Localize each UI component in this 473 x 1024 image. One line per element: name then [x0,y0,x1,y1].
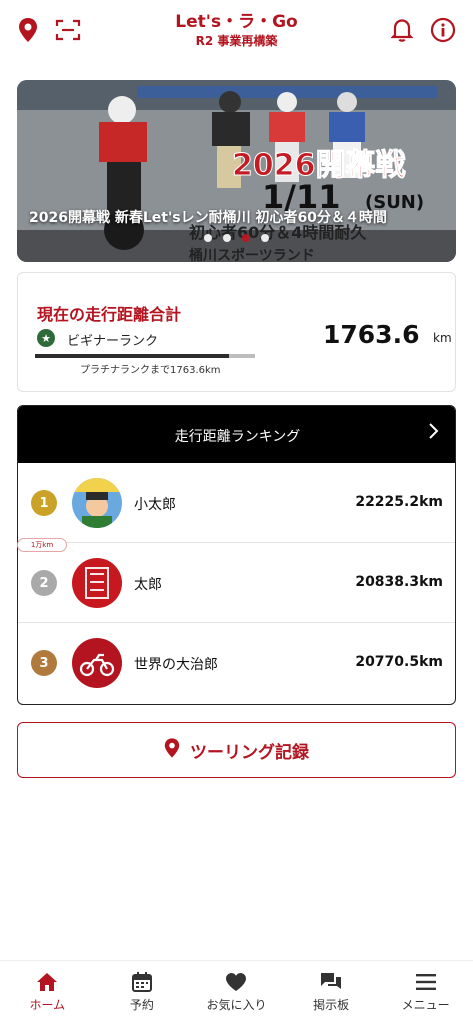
rank-star-icon: ★ [37,329,55,347]
distance-summary-card: 現在の走行距離合計 ★ ビギナーランク プラチナランクまで1763.6km 17… [17,272,456,392]
home-icon [35,971,59,993]
app-header: Let's・ラ・Go R2 事業再構築 [0,0,473,66]
avatar [72,478,122,528]
bell-icon[interactable] [388,16,416,44]
milestone-badge: 1万km [17,538,67,552]
ranking-title: 走行距離ランキング [174,429,301,445]
nav-board[interactable]: 掲示板 [284,961,379,1024]
distance-title: 現在の走行距離合計 [37,305,182,324]
ranking-distance: 22225.2km [355,494,443,510]
distance-ranking-card: 走行距離ランキング 1 小太郎 22225.2km 2 太郎 20838.3km… [17,405,456,705]
carousel-dot[interactable] [204,234,212,242]
nav-menu-label: メニュー [401,998,450,1012]
nav-favorites[interactable]: お気に入り [189,961,284,1024]
nav-favorites-label: お気に入り [206,998,267,1012]
rank-name: ビギナーランク [67,334,159,349]
info-icon[interactable] [429,16,457,44]
ranking-distance: 20838.3km [355,574,443,590]
event-banner-carousel[interactable]: 2026開幕戦 1/11 (SUN) 初心者60分＆4時間耐久 桶川スポーツラン… [17,80,456,262]
ranking-distance: 20770.5km [355,654,443,670]
carousel-dot[interactable] [242,234,250,242]
gold-medal-icon: 1 [31,490,57,516]
ranking-user-name: 小太郎 [134,497,176,513]
ranking-row[interactable]: 2 太郎 20838.3km [18,543,455,623]
ranking-user-name: 太郎 [134,577,162,593]
next-rank-text: プラチナランクまで1763.6km [80,365,221,376]
avatar [72,558,122,608]
bottom-navigation: ホーム 予約 お気に入り 掲示板 メニュー [0,960,473,1024]
nav-home[interactable]: ホーム [0,961,95,1024]
distance-unit: km [433,331,452,345]
menu-icon [414,971,438,993]
location-pin-icon [164,737,180,763]
ranking-row[interactable]: 1 小太郎 22225.2km [18,463,455,543]
chat-bubbles-icon [319,971,343,993]
distance-value: 1763.6 [323,320,420,349]
nav-menu[interactable]: メニュー [378,961,473,1024]
touring-record-button[interactable]: ツーリング記録 [17,722,456,778]
nav-reservation[interactable]: 予約 [95,961,190,1024]
ranking-row[interactable]: 3 世界の大治郎 20770.5km [18,623,455,703]
avatar [72,638,122,688]
poster-line-2: 桶川スポーツランド [189,247,315,262]
nav-board-label: 掲示板 [313,998,350,1012]
nav-reservation-label: 予約 [129,998,154,1012]
carousel-dot[interactable] [261,234,269,242]
calendar-icon [130,971,154,993]
rank-progress-fill [35,354,229,358]
carousel-dot[interactable] [223,234,231,242]
bronze-medal-icon: 3 [31,650,57,676]
nav-home-label: ホーム [29,998,66,1012]
banner-caption: 2026開幕戦 新春Let'sレン耐桶川 初心者60分＆４時間 [29,210,387,226]
ranking-user-name: 世界の大治郎 [134,657,218,673]
silver-medal-icon: 2 [31,570,57,596]
chevron-right-icon [427,422,439,445]
heart-icon [224,971,248,993]
ranking-header[interactable]: 走行距離ランキング [18,406,455,463]
carousel-indicators [17,234,456,242]
touring-record-label: ツーリング記録 [190,742,309,763]
rank-progress-bar [35,354,255,358]
